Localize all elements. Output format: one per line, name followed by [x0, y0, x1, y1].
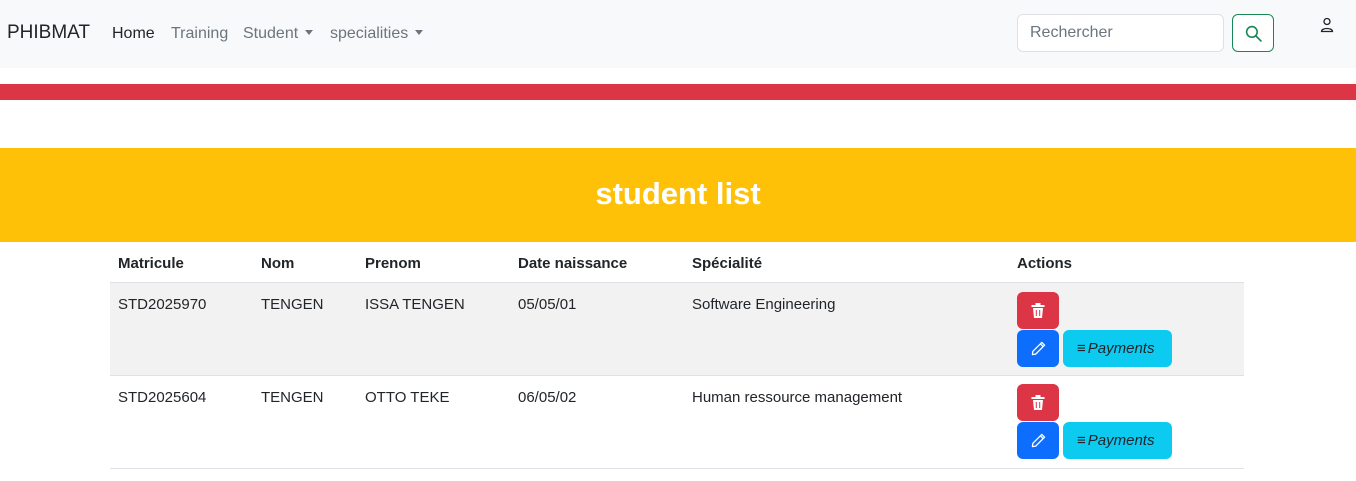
- cell-date-naissance: 05/05/01: [518, 296, 577, 313]
- nav-dropdown-specialities[interactable]: specialities: [330, 25, 424, 43]
- column-header-date-naissance: Date naissance: [518, 255, 628, 272]
- payments-label: Payments: [1087, 340, 1155, 357]
- trash-icon: [1031, 395, 1045, 410]
- cell-nom: TENGEN: [261, 296, 324, 313]
- nav-dropdown-specialities-label: specialities: [330, 25, 409, 42]
- pencil-icon: [1031, 341, 1046, 356]
- chevron-down-icon: [415, 30, 424, 35]
- column-header-actions: Actions: [1017, 255, 1073, 272]
- table-row: STD2025970 TENGEN ISSA TENGEN 05/05/01 S…: [110, 282, 1244, 376]
- column-header-matricule: Matricule: [118, 255, 184, 272]
- column-header-specialite: Spécialité: [692, 255, 763, 272]
- nav-link-training[interactable]: Training: [171, 25, 228, 43]
- payments-button[interactable]: ≡ Payments: [1063, 330, 1172, 367]
- column-header-nom: Nom: [261, 255, 295, 272]
- nav-link-home[interactable]: Home: [112, 25, 155, 43]
- nav-dropdown-student-label: Student: [243, 25, 299, 42]
- cell-nom: TENGEN: [261, 389, 324, 406]
- cell-specialite: Software Engineering: [692, 296, 836, 313]
- navbar: PHIBMAT Home Training Student specialiti…: [0, 0, 1356, 68]
- search-icon: [1245, 25, 1262, 42]
- edit-button[interactable]: [1017, 422, 1059, 459]
- chevron-down-icon: [305, 30, 314, 35]
- page-title: student list: [595, 176, 761, 211]
- cell-specialite: Human ressource management: [692, 389, 903, 406]
- delete-button[interactable]: [1017, 292, 1059, 329]
- payments-button[interactable]: ≡ Payments: [1063, 422, 1172, 459]
- table-row: STD2025604 TENGEN OTTO TEKE 06/05/02 Hum…: [110, 376, 1244, 469]
- column-header-prenom: Prenom: [365, 255, 421, 272]
- delete-button[interactable]: [1017, 384, 1059, 421]
- search-input[interactable]: [1017, 14, 1224, 52]
- red-divider-bar: [0, 84, 1356, 100]
- pencil-icon: [1031, 433, 1046, 448]
- brand-logo[interactable]: PHIBMAT: [7, 22, 90, 44]
- list-icon: ≡: [1077, 340, 1086, 357]
- search-button[interactable]: [1232, 14, 1274, 52]
- nav-dropdown-student[interactable]: Student: [243, 25, 314, 43]
- user-icon[interactable]: [1320, 17, 1334, 33]
- cell-prenom: OTTO TEKE: [365, 389, 450, 406]
- payments-label: Payments: [1087, 432, 1155, 449]
- page-banner: student list: [0, 148, 1356, 242]
- cell-date-naissance: 06/05/02: [518, 389, 577, 406]
- edit-button[interactable]: [1017, 330, 1059, 367]
- trash-icon: [1031, 303, 1045, 318]
- cell-matricule: STD2025970: [118, 296, 207, 313]
- cell-matricule: STD2025604: [118, 389, 207, 406]
- cell-prenom: ISSA TENGEN: [365, 296, 465, 313]
- list-icon: ≡: [1077, 432, 1086, 449]
